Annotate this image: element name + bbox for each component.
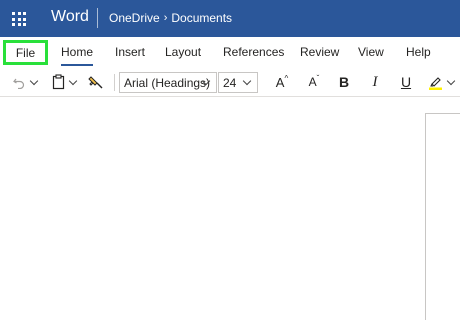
italic-button[interactable]: I [365,67,385,97]
paste-icon [52,74,65,90]
paste-dropdown-chevron-icon[interactable] [68,76,78,85]
tab-view[interactable]: View [358,45,384,59]
active-tab-indicator [61,64,93,66]
breadcrumb-separator: › [163,12,168,24]
font-size-select[interactable]: 24 [218,72,258,93]
underline-button[interactable]: U [396,67,416,97]
toolbar-separator [114,74,115,91]
app-name[interactable]: Word [51,8,89,26]
paste-button[interactable] [52,67,82,97]
tab-insert[interactable]: Insert [115,45,145,59]
font-size-value: 24 [223,75,237,90]
underline-icon: U [400,74,412,90]
shrink-caret-icon: ˇ [316,73,320,83]
tab-references[interactable]: References [223,45,284,59]
bold-button[interactable]: B [334,67,354,97]
document-canvas[interactable] [0,97,460,320]
format-painter-button[interactable] [88,67,108,97]
grow-font-button[interactable]: A ^ [270,67,294,97]
grow-caret-icon: ^ [284,73,289,83]
highlighter-icon [429,77,442,90]
title-divider [97,8,98,28]
font-size-chevron-icon [242,76,252,86]
font-name-select[interactable]: Arial (Headings) [119,72,217,93]
format-painter-icon [88,76,103,89]
title-bar: Word OneDrive › Documents [0,0,460,37]
undo-dropdown-chevron-icon[interactable] [29,76,39,85]
breadcrumb-documents[interactable]: Documents [171,11,232,25]
tab-file-label: File [15,45,36,60]
grow-font-icon: A [275,74,285,90]
home-toolbar: Arial (Headings) 24 A ^ Aˇ B I U [0,67,460,97]
tab-review[interactable]: Review [300,45,339,59]
shrink-font-button[interactable]: Aˇ [302,67,326,97]
app-launcher-icon[interactable] [12,12,26,26]
breadcrumb: OneDrive › Documents [109,11,232,25]
tab-file[interactable]: File [3,40,48,65]
shrink-font-icon: A [308,75,317,89]
tab-home[interactable]: Home [61,45,93,59]
tab-layout[interactable]: Layout [165,45,201,59]
ribbon-tabs: File Home Insert Layout References Revie… [0,37,460,67]
tab-help[interactable]: Help [406,45,431,59]
breadcrumb-onedrive[interactable]: OneDrive [109,11,160,25]
highlight-dropdown-chevron-icon[interactable] [446,76,456,85]
undo-button[interactable] [12,67,42,97]
document-page[interactable] [425,113,460,320]
italic-icon: I [372,73,378,90]
undo-icon [13,78,25,89]
font-name-value: Arial (Headings) [124,75,211,90]
highlight-button[interactable] [428,67,460,97]
bold-icon: B [338,74,350,90]
